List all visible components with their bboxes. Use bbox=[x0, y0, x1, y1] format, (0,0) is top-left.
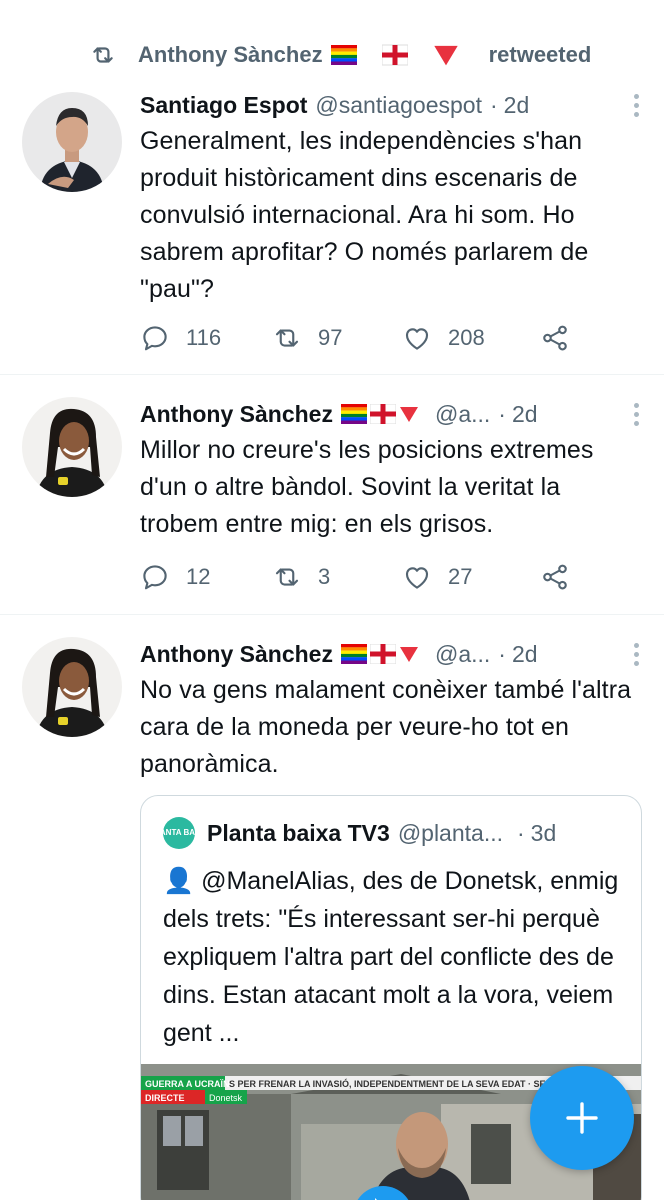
avatar[interactable] bbox=[22, 92, 122, 192]
retweet-button[interactable]: 97 bbox=[272, 323, 402, 353]
share-icon bbox=[543, 325, 567, 351]
tweet-card[interactable]: Santiago Espot @santiagoespot · 2d Gener… bbox=[0, 80, 664, 375]
separator-dot: · bbox=[498, 400, 506, 427]
author-handle[interactable]: @a... bbox=[435, 401, 490, 428]
author-name[interactable]: Anthony Sànchez bbox=[140, 641, 333, 668]
saint-george-flag-icon bbox=[369, 404, 396, 424]
retweet-count: 97 bbox=[318, 325, 343, 350]
author-name[interactable]: Anthony Sànchez bbox=[140, 401, 333, 428]
saint-george-flag-icon bbox=[381, 44, 408, 66]
share-button[interactable] bbox=[540, 562, 570, 592]
location-tag: Donetsk bbox=[209, 1093, 243, 1103]
reply-button[interactable]: 12 bbox=[140, 562, 272, 592]
quoted-avatar[interactable]: PLANTA BAIXA bbox=[150, 817, 208, 849]
author-handle[interactable]: @santiagoespot bbox=[315, 92, 482, 119]
like-count: 208 bbox=[448, 325, 485, 350]
flag-emojis bbox=[340, 644, 419, 664]
tweet-text: No va gens malament conèixer també l'alt… bbox=[140, 676, 632, 778]
rainbow-flag-icon bbox=[330, 45, 357, 65]
quoted-timestamp[interactable]: 3d bbox=[531, 820, 557, 847]
retweet-icon bbox=[275, 568, 299, 586]
tweet-actions: 116 97 208 bbox=[140, 318, 580, 358]
live-tag: DIRECTE bbox=[145, 1093, 185, 1103]
retweet-action-text: retweeted bbox=[488, 42, 592, 67]
flag-emojis bbox=[340, 404, 419, 424]
more-options-icon[interactable] bbox=[626, 637, 646, 671]
like-count: 27 bbox=[448, 564, 473, 589]
rainbow-flag-icon bbox=[340, 644, 367, 664]
red-triangle-icon bbox=[399, 647, 418, 662]
retweet-button[interactable]: 3 bbox=[272, 562, 402, 592]
more-options-icon[interactable] bbox=[626, 397, 646, 431]
avatar[interactable] bbox=[22, 637, 122, 737]
plus-icon bbox=[566, 1102, 598, 1134]
tweet-header: Anthony Sànchez @a... · 2d bbox=[140, 397, 642, 431]
author-handle[interactable]: @a... bbox=[435, 641, 490, 668]
reply-count: 12 bbox=[186, 564, 211, 589]
tweet-text: Millor no creure's les posicions extreme… bbox=[140, 436, 594, 538]
tweet-header: Santiago Espot @santiagoespot · 2d bbox=[140, 88, 642, 122]
retweet-count: 3 bbox=[318, 564, 331, 589]
red-triangle-icon bbox=[399, 407, 418, 422]
separator-dot: · bbox=[489, 91, 498, 118]
reply-icon bbox=[143, 326, 167, 351]
heart-icon bbox=[405, 567, 429, 589]
reply-icon bbox=[143, 565, 167, 590]
heart-icon bbox=[405, 328, 429, 350]
author-name[interactable]: Santiago Espot bbox=[140, 92, 307, 119]
more-options-icon[interactable] bbox=[626, 88, 646, 122]
separator-dot: · bbox=[498, 640, 506, 667]
rainbow-flag-icon bbox=[340, 404, 367, 424]
tweet-timestamp[interactable]: 2d bbox=[512, 401, 538, 428]
flag-emojis bbox=[330, 42, 481, 68]
compose-tweet-button[interactable] bbox=[530, 1066, 634, 1170]
quoted-tweet-text: 👤 @ManelAlias, des de Donetsk, enmig del… bbox=[163, 867, 619, 1047]
tweet-text: Generalment, les independències s'han pr… bbox=[140, 127, 589, 303]
news-ticker-text: S PER FRENAR LA INVASIÓ, INDEPENDENTMENT… bbox=[229, 1078, 572, 1089]
tweet-header: Anthony Sànchez @a... · 2d bbox=[140, 637, 642, 671]
reply-button[interactable]: 116 bbox=[140, 323, 272, 353]
news-banner-tag: GUERRA A UCRAÏNA bbox=[145, 1079, 236, 1089]
share-button[interactable] bbox=[540, 323, 570, 353]
like-button[interactable]: 208 bbox=[402, 323, 540, 353]
red-triangle-icon bbox=[433, 45, 458, 66]
separator-dot: · bbox=[517, 819, 525, 846]
quoted-author-name[interactable]: Planta baixa TV3 bbox=[207, 820, 390, 847]
retweet-icon bbox=[93, 47, 113, 63]
saint-george-flag-icon bbox=[369, 644, 396, 664]
like-button[interactable]: 27 bbox=[402, 562, 540, 592]
tweet-card[interactable]: Anthony Sànchez @a... · 2d Millor no cre… bbox=[0, 375, 664, 615]
tweet-timestamp[interactable]: 2d bbox=[504, 92, 530, 119]
quoted-tweet-header: PLANTA BAIXA Planta baixa TV3 @planta...… bbox=[150, 816, 625, 850]
tweet-timestamp[interactable]: 2d bbox=[512, 641, 538, 668]
retweet-icon bbox=[275, 329, 299, 347]
avatar[interactable] bbox=[22, 397, 122, 497]
retweeter-name[interactable]: Anthony Sànchez bbox=[138, 42, 323, 68]
quoted-author-handle[interactable]: @planta... bbox=[398, 820, 503, 847]
tweet-actions: 12 3 27 bbox=[140, 557, 580, 597]
share-icon bbox=[543, 564, 567, 590]
retweet-banner[interactable]: Anthony Sànchez retweeted bbox=[90, 38, 591, 72]
reply-count: 116 bbox=[186, 325, 222, 350]
